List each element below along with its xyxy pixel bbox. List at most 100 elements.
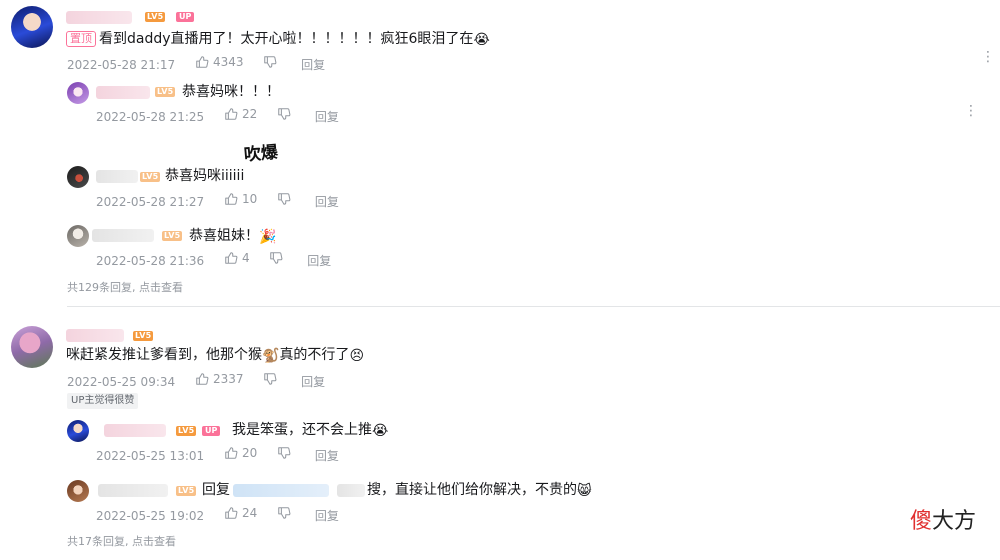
reply-meta: 2022-05-25 13:01 20 回复 bbox=[96, 446, 355, 463]
thumbs-up-icon bbox=[225, 507, 238, 519]
monkey-emoji-icon: 🐒 bbox=[262, 348, 280, 364]
thumbs-down-icon bbox=[278, 507, 291, 519]
username[interactable] bbox=[92, 229, 154, 242]
avatar[interactable] bbox=[67, 420, 89, 442]
avatar[interactable] bbox=[11, 326, 53, 368]
dislike-button[interactable] bbox=[277, 506, 295, 520]
cat-emoji-icon: 😸 bbox=[577, 483, 592, 499]
like-button[interactable]: 22 bbox=[224, 107, 257, 121]
reply-meta: 2022-05-28 21:25 22 回复 bbox=[96, 107, 355, 124]
reply-button[interactable]: 回复 bbox=[301, 58, 325, 72]
thumbs-down-icon bbox=[264, 373, 277, 385]
reply-prefix: 回复 bbox=[202, 482, 230, 498]
thumbs-up-icon bbox=[225, 108, 238, 120]
dislike-button[interactable] bbox=[263, 372, 281, 386]
thumbs-up-icon bbox=[196, 56, 209, 68]
reply-text: 我是笨蛋，还不会上推😭 bbox=[232, 422, 389, 439]
like-count: 4 bbox=[241, 251, 250, 265]
thumbs-down-icon bbox=[264, 56, 277, 68]
up-badge: UP bbox=[202, 426, 221, 436]
view-more-replies[interactable]: 共17条回复, 点击查看 bbox=[67, 533, 176, 549]
like-button[interactable]: 2337 bbox=[195, 372, 244, 386]
like-count: 10 bbox=[241, 192, 258, 206]
timestamp: 2022-05-25 09:34 bbox=[67, 375, 176, 389]
avatar[interactable] bbox=[11, 6, 53, 48]
username[interactable] bbox=[96, 86, 150, 99]
like-button[interactable]: 20 bbox=[224, 446, 257, 460]
timestamp: 2022-05-25 13:01 bbox=[96, 449, 205, 463]
reply-button[interactable]: 回复 bbox=[315, 110, 339, 124]
username[interactable] bbox=[66, 329, 124, 342]
like-count: 20 bbox=[241, 446, 258, 460]
more-vertical-icon[interactable]: ⋮ bbox=[981, 50, 995, 64]
sticker-image: 吹爆 bbox=[243, 142, 279, 166]
username[interactable] bbox=[96, 170, 138, 183]
avatar[interactable] bbox=[67, 480, 89, 502]
thumbs-down-icon bbox=[278, 108, 291, 120]
reply-text: 搜，直接让他们给你解决，不贵的😸 bbox=[367, 482, 592, 499]
thumbs-down-icon bbox=[278, 447, 291, 459]
level-badge: LV5 bbox=[133, 331, 154, 341]
timestamp: 2022-05-25 19:02 bbox=[96, 509, 205, 523]
pinned-badge: 置顶 bbox=[66, 31, 96, 47]
avatar[interactable] bbox=[67, 166, 89, 188]
dislike-button[interactable] bbox=[277, 107, 295, 121]
level-badge: LV5 bbox=[145, 12, 166, 22]
reply-meta: 2022-05-28 21:36 4 回复 bbox=[96, 251, 347, 268]
level-badge: LV5 bbox=[155, 87, 176, 97]
like-count: 24 bbox=[241, 506, 258, 520]
watermark: 傻大方 bbox=[910, 509, 977, 534]
username[interactable] bbox=[98, 484, 168, 497]
crying-emoji-icon: 😭 bbox=[372, 423, 389, 439]
dislike-button[interactable] bbox=[277, 446, 295, 460]
thumbs-up-icon bbox=[225, 193, 238, 205]
comment-text: 咪赶紧发推让爹看到，他那个猴🐒真的不行了😣 bbox=[66, 347, 365, 364]
thumbs-up-icon bbox=[225, 252, 238, 264]
username[interactable] bbox=[66, 11, 132, 24]
timestamp: 2022-05-28 21:36 bbox=[96, 254, 205, 268]
comment-meta: 2022-05-25 09:34 2337 回复 bbox=[67, 372, 341, 389]
thumbs-down-icon bbox=[278, 193, 291, 205]
dislike-button[interactable] bbox=[277, 192, 295, 206]
thumbs-up-icon bbox=[225, 447, 238, 459]
level-badge: LV5 bbox=[140, 172, 161, 182]
persevering-emoji-icon: 😣 bbox=[349, 348, 365, 364]
reply-button[interactable]: 回复 bbox=[315, 509, 339, 523]
like-button[interactable]: 4343 bbox=[195, 55, 244, 69]
timestamp: 2022-05-28 21:27 bbox=[96, 195, 205, 209]
reply-button[interactable]: 回复 bbox=[315, 449, 339, 463]
party-emoji-icon: 🎉 bbox=[259, 229, 277, 245]
reply-meta: 2022-05-28 21:27 10 回复 bbox=[96, 192, 355, 209]
timestamp: 2022-05-28 21:25 bbox=[96, 110, 205, 124]
reply-text: 恭喜姐妹！🎉 bbox=[189, 228, 277, 245]
like-button[interactable]: 4 bbox=[224, 251, 250, 265]
reply-button[interactable]: 回复 bbox=[307, 254, 331, 268]
like-count: 2337 bbox=[212, 372, 244, 386]
like-count: 22 bbox=[241, 107, 258, 121]
avatar[interactable] bbox=[67, 225, 89, 247]
reply-text: 恭喜妈咪iiiiii bbox=[165, 168, 245, 184]
up-liked-badge: UP主觉得很赞 bbox=[67, 393, 139, 409]
reply-meta: 2022-05-25 19:02 24 回复 bbox=[96, 506, 355, 523]
comment-meta: 2022-05-28 21:17 4343 回复 bbox=[67, 55, 341, 72]
more-vertical-icon[interactable]: ⋮ bbox=[964, 104, 978, 118]
mentioned-user[interactable] bbox=[233, 484, 329, 497]
level-badge: LV5 bbox=[176, 426, 197, 436]
level-badge: LV5 bbox=[176, 486, 197, 496]
avatar[interactable] bbox=[67, 82, 89, 104]
level-badge: LV5 bbox=[162, 231, 183, 241]
comment-text: 置顶 看到daddy直播用了！太开心啦！！！！！！疯狂6眼泪了在😭 bbox=[66, 30, 490, 48]
dislike-button[interactable] bbox=[263, 55, 281, 69]
thumbs-down-icon bbox=[270, 252, 283, 264]
username[interactable] bbox=[104, 424, 166, 437]
redacted-text bbox=[337, 484, 365, 497]
up-badge: UP bbox=[176, 12, 195, 22]
dislike-button[interactable] bbox=[269, 251, 287, 265]
timestamp: 2022-05-28 21:17 bbox=[67, 58, 176, 72]
like-button[interactable]: 24 bbox=[224, 506, 257, 520]
reply-text: 恭喜妈咪！！！ bbox=[182, 84, 280, 100]
reply-button[interactable]: 回复 bbox=[315, 195, 339, 209]
view-more-replies[interactable]: 共129条回复, 点击查看 bbox=[67, 279, 183, 295]
like-button[interactable]: 10 bbox=[224, 192, 257, 206]
reply-button[interactable]: 回复 bbox=[301, 375, 325, 389]
